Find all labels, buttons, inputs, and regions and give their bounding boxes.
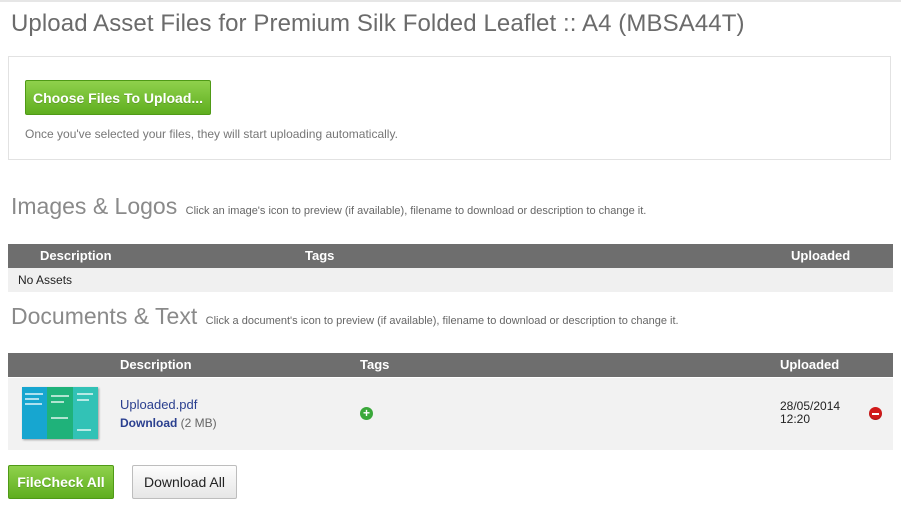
- uploaded-datetime: 28/05/2014 12:20: [780, 400, 840, 426]
- documents-section-title: Documents & Text: [11, 303, 198, 329]
- documents-section-header: Documents & Text Click a document's icon…: [11, 303, 679, 330]
- images-section-title: Images & Logos: [11, 193, 178, 219]
- filename-link[interactable]: Uploaded.pdf: [120, 397, 197, 412]
- upload-panel: Choose Files To Upload... Once you've se…: [8, 56, 891, 160]
- images-section-hint: Click an image's icon to preview (if ava…: [185, 205, 647, 217]
- upload-help-text: Once you've selected your files, they wi…: [25, 127, 398, 141]
- documents-table-header: Description Tags Uploaded: [8, 353, 893, 377]
- download-link[interactable]: Download: [120, 416, 177, 430]
- download-all-button[interactable]: Download All: [132, 465, 237, 499]
- column-header-description[interactable]: Description: [40, 248, 112, 263]
- column-header-tags[interactable]: Tags: [360, 357, 389, 372]
- documents-section-hint: Click a document's icon to preview (if a…: [205, 315, 679, 327]
- table-row: Uploaded.pdf Download (2 MB) + 28/05/201…: [8, 378, 893, 450]
- top-divider: [0, 0, 901, 2]
- choose-files-button[interactable]: Choose Files To Upload...: [25, 80, 211, 115]
- column-header-tags[interactable]: Tags: [305, 248, 334, 263]
- filecheck-all-button[interactable]: FileCheck All: [8, 465, 114, 499]
- column-header-description[interactable]: Description: [120, 357, 192, 372]
- remove-icon[interactable]: [869, 407, 882, 420]
- uploaded-time: 12:20: [780, 412, 811, 426]
- column-header-uploaded[interactable]: Uploaded: [780, 357, 839, 372]
- images-section-header: Images & Logos Click an image's icon to …: [11, 193, 646, 220]
- add-tag-icon[interactable]: +: [360, 407, 373, 420]
- document-thumbnail[interactable]: [22, 387, 98, 439]
- file-size: (2 MB): [180, 416, 217, 430]
- no-assets-text: No Assets: [18, 273, 73, 287]
- images-table-header: Description Tags Uploaded: [8, 244, 893, 268]
- page-title: Upload Asset Files for Premium Silk Fold…: [11, 10, 745, 37]
- column-header-uploaded[interactable]: Uploaded: [791, 248, 850, 263]
- download-line: Download (2 MB): [120, 416, 217, 430]
- images-empty-row: No Assets: [8, 268, 893, 292]
